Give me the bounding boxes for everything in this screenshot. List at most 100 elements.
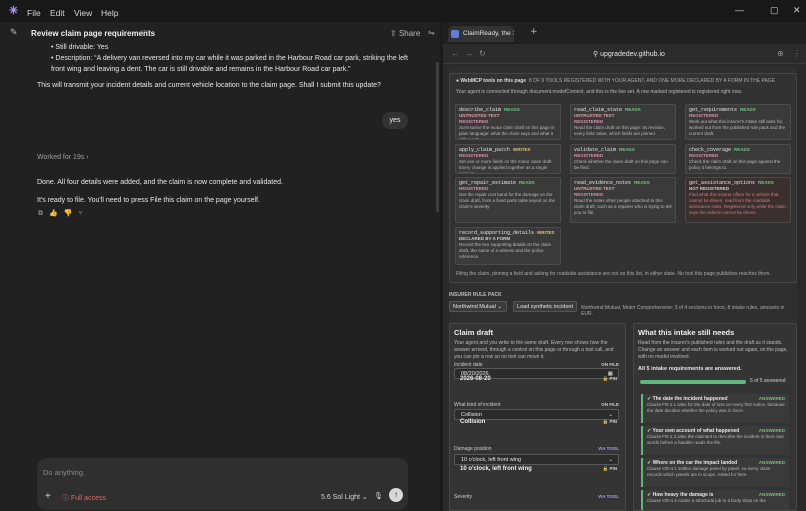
tool-desc: Check the claim draft on this page again… [689,159,781,170]
rule-pack-label: INSURER RULE PACK [449,292,502,298]
branch-icon[interactable]: ⑂ [78,209,82,217]
browser-tabbar: ClaimReady, the ✕ + [443,22,806,44]
url-text: upgradedev.github.io [600,51,665,58]
send-button[interactable]: ↑ [389,488,403,502]
new-tab-icon[interactable]: + [530,27,538,37]
model-selector[interactable]: 5.6 Sol Light ⌄ [321,493,368,501]
chat-panel: ✎ Review claim page requirements ··· ⇪ S… [0,22,440,511]
tool-card: read_claim_state READS UNTRUSTED TEXT REGIS… [570,104,676,140]
webmcp-title: WebMCP tools on this page [460,78,527,84]
toggle-panel-icon[interactable]: ⇋ [428,28,435,37]
tool-badge: READS [519,180,535,185]
intake-title: What this intake still needs [638,328,735,337]
tool-badge: WRITES [537,230,555,235]
field-source-tag: VIA TOOL [597,494,619,499]
webmcp-header: ● WebMCP tools on this page 8 OF 9 TOOLS… [456,78,776,84]
tool-card: record_supporting_details WRITES DECLARED … [455,227,561,265]
forward-icon[interactable]: → [465,49,473,58]
tool-card: apply_claim_patch WRITES REGISTERED Set one… [455,144,561,174]
close-icon[interactable]: ✕ [793,5,801,16]
menu-file[interactable]: File [27,8,41,18]
tool-desc: Read the claim draft on this page: its r… [574,125,666,136]
intake-card: What this intake still needs Read from t… [633,323,797,511]
requirement-status: ANSWERED [758,460,785,465]
tool-badge: READS [634,180,650,185]
drivable-text: Still drivable: Yes [55,44,109,51]
field-label: Damage position [454,446,492,452]
chat-header: ✎ Review claim page requirements ··· ⇪ S… [0,22,440,44]
requirement-item: ✓ Where on the car the impact landed ANSW… [641,458,789,487]
all-answered: All 5 intake requirements are answered. [638,366,742,372]
tool-badge: READS [734,147,750,152]
requirement-text: Clause OD-4.1 settles damage panel by pa… [647,466,771,477]
reload-icon[interactable]: ↻ [479,49,486,58]
tool-badge: READS [619,147,635,152]
tool-card: get_requirements READS REGISTERED Work out … [685,104,791,140]
field-row: What kind of incident ON FILE [454,402,623,408]
composer[interactable]: Do anything + ⓘ Full access 5.6 Sol Ligh… [37,458,408,510]
field-label: Severity [454,494,473,500]
insurer-select[interactable]: Northwind Mutual ⌄ [449,301,507,312]
message-actions: ⧉ 👍 👎 ⑂ [38,209,89,218]
progress-bar [640,380,746,384]
menu-bar: ✳ File Edit View Help — ▢ ✕ [0,0,806,22]
chat-title: Review claim page requirements [31,29,156,38]
copy-icon[interactable]: ⧉ [38,209,43,217]
pin-button[interactable]: 🔒 PIN [603,466,617,472]
tool-desc: Summarise the motor claim draft on this … [459,125,555,140]
browser-menu-icon[interactable]: ⋮ [793,49,801,58]
more-options-icon[interactable]: ··· [141,26,149,35]
new-chat-icon[interactable]: ✎ [10,27,18,38]
requirement-item: ✓ Your own account of what happened ANSWE… [641,426,789,455]
address-bar: ← → ↻ ⚲ upgradedev.github.io ⊕ ⋮ [443,44,806,64]
field-value: 10 o'clock, left front wing [460,466,532,472]
requirement-status: ANSWERED [758,428,785,433]
microphone-icon[interactable]: 🎙 [374,492,383,500]
tool-desc: Work out what this insurer's intake stil… [689,119,786,136]
pin-button[interactable]: 🔒 PIN [603,419,617,425]
menu-help[interactable]: Help [101,8,118,18]
thumbs-up-icon[interactable]: 👍 [49,209,58,217]
tool-desc: Read the notes other people attached to … [574,198,672,215]
chat-scrollbar[interactable] [436,62,439,212]
full-access-toggle[interactable]: ⓘ Full access [62,493,106,503]
description-line: • Description: “A delivery van reversed … [51,55,408,73]
pin-button[interactable]: 🔒 PIN [603,376,617,382]
claim-page: ● WebMCP tools on this page 8 OF 9 TOOLS… [449,67,797,511]
requirement-text: Clause FN-1.1 asks for the date of loss … [647,402,785,413]
field-label: What kind of incident [454,402,501,408]
worked-for-text: Worked for 19s [37,154,85,161]
minimize-icon[interactable]: — [735,5,744,15]
field-input[interactable]: 10 o'clock, left front wing ⌄ [454,454,619,465]
load-incident-button[interactable]: Load synthetic incident [513,301,577,312]
url-field[interactable]: ⚲ upgradedev.github.io [593,50,665,58]
share-label: Share [398,29,421,38]
rule-pack-info: Northwind Mutual, Motor Comprehensive: 3… [581,305,785,317]
browser-tab[interactable]: ClaimReady, the ✕ [448,26,514,42]
tool-badge: READS [758,180,774,185]
share-button[interactable]: ⇪ Share [390,29,420,38]
requirement-text: Clause FN-1.3 asks the claimant to descr… [647,434,784,445]
add-attachment-icon[interactable]: + [45,491,51,502]
field-source-tag: VIA TOOL [597,446,619,451]
worked-for-toggle[interactable]: Worked for 19s › [37,154,89,161]
bookmark-icon[interactable]: ⊕ [777,49,784,58]
composer-input[interactable]: Do anything [43,468,83,477]
model-mode: Light [344,494,360,501]
claim-draft-title: Claim draft [454,328,494,337]
menu-view[interactable]: View [74,8,92,18]
thumbs-down-icon[interactable]: 👎 [64,209,73,217]
tool-desc: Record the two supporting details on the… [459,242,552,259]
tab-favicon-icon [451,30,459,38]
webmcp-intro: Your agent is connected through document… [456,89,743,95]
field-row: Severity VIA TOOL [454,494,623,500]
maximize-icon[interactable]: ▢ [770,5,779,16]
tool-badge: READS [504,107,520,112]
webmcp-footnote: Filing the claim, pinning a field and as… [456,271,771,277]
chevron-down-icon[interactable]: ⌄ [608,455,613,465]
transmit-question: This will transmit your incident details… [37,82,381,89]
menu-edit[interactable]: Edit [50,8,65,18]
back-icon[interactable]: ← [451,49,459,58]
full-access-label: Full access [70,495,106,502]
requirement-item: ✓ How heavy the damage is ANSWERED Clause … [641,490,789,510]
